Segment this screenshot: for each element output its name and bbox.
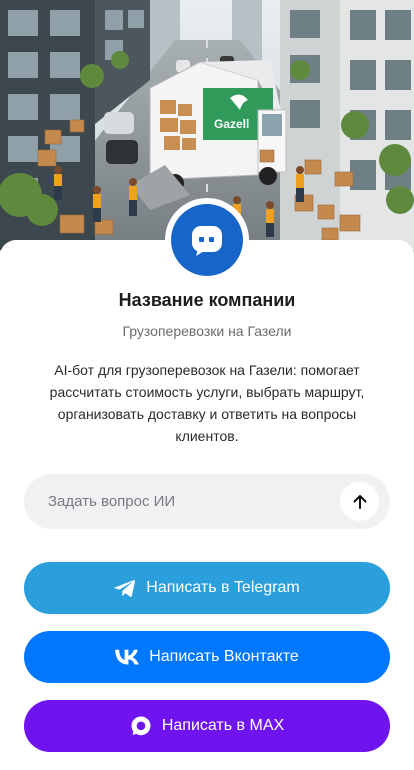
telegram-button-label: Написать в Telegram bbox=[146, 579, 300, 596]
avatar bbox=[165, 198, 249, 282]
max-button-label: Написать в MAX bbox=[161, 717, 285, 734]
max-button[interactable]: Написать в MAX bbox=[24, 700, 390, 752]
arrow-up-icon bbox=[353, 494, 366, 509]
company-subtitle: Грузоперевозки на Газели bbox=[122, 323, 292, 339]
vk-button-label: Написать Вконтакте bbox=[149, 648, 299, 665]
chat-bubble-icon bbox=[192, 226, 222, 256]
truck-logo-text: Gazell bbox=[214, 117, 249, 131]
company-description: AI-бот для грузоперевозок на Газели: пом… bbox=[49, 362, 365, 444]
avatar-circle bbox=[171, 204, 243, 276]
ask-ai-field bbox=[24, 474, 390, 529]
ask-ai-input[interactable] bbox=[48, 474, 348, 529]
send-button[interactable] bbox=[340, 482, 379, 521]
max-icon bbox=[130, 715, 152, 737]
telegram-icon bbox=[114, 578, 136, 598]
vk-button[interactable]: Написать Вконтакте bbox=[24, 631, 390, 683]
telegram-button[interactable]: Написать в Telegram bbox=[24, 562, 390, 614]
page: Gazell Название компании Грузоперевозки … bbox=[0, 0, 414, 770]
vk-icon bbox=[115, 649, 139, 665]
company-name: Название компании bbox=[118, 290, 296, 310]
